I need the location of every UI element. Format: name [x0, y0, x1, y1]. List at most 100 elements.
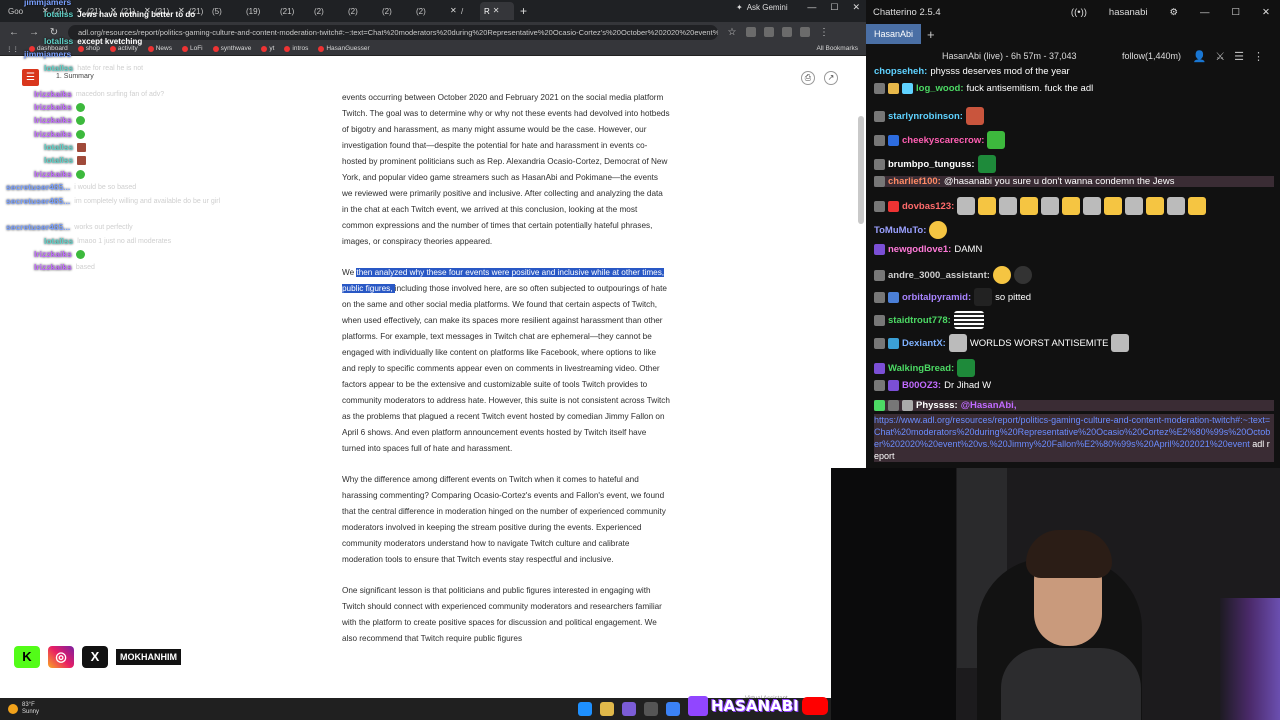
- x-logo-icon: X: [82, 646, 108, 668]
- stream-status-icon[interactable]: ((•)): [1071, 7, 1087, 18]
- badge-icon: [874, 314, 885, 326]
- badge-icon: [874, 362, 885, 374]
- bookmark-item[interactable]: HasanGuesser: [318, 45, 370, 52]
- badge-icon: [874, 244, 885, 255]
- overlay-chat-line: lrizzkaiks: [34, 129, 85, 139]
- extension-icon[interactable]: [764, 27, 774, 37]
- x-icon: ✕: [450, 6, 457, 15]
- article-body: events occurring between October 2020 an…: [342, 90, 670, 662]
- bookmark-star-icon[interactable]: ☆: [726, 27, 738, 38]
- url-input[interactable]: adl.org/resources/report/politics-gaming…: [68, 24, 718, 40]
- hamburger-menu-button[interactable]: ☰: [22, 69, 39, 86]
- kebab-menu-icon[interactable]: ⋮: [818, 27, 830, 38]
- web-page: ☰ ⎙ ↗ events occurring between October 2…: [0, 56, 866, 702]
- settings-gear-icon[interactable]: ⚙: [1169, 7, 1178, 18]
- report-link[interactable]: https://www.adl.org/resources/report/pol…: [874, 414, 1274, 462]
- extension-icon[interactable]: [746, 27, 756, 37]
- emote-icon: [1146, 197, 1165, 215]
- chat-message: B00OZ3: Dr Jihad W: [874, 380, 1274, 391]
- minimize-icon[interactable]: —: [807, 2, 816, 13]
- gemini-icon: ✦: [736, 3, 743, 12]
- overlay-chat-line: lotallss Jews have nothing better to do: [44, 9, 196, 19]
- neon-light: [1220, 598, 1280, 720]
- browser-tab-active[interactable]: R ✕: [480, 2, 514, 20]
- emote-icon: [929, 221, 948, 239]
- overlay-chat-line: lrizzkaiks based: [34, 262, 95, 272]
- window-controls: — ☐ ✕: [807, 2, 860, 13]
- gemini-button[interactable]: ✦ Ask Gemini: [736, 3, 788, 12]
- overlay-chat-line: lrizzkaiks: [34, 115, 85, 125]
- emote-icon: [1111, 334, 1130, 352]
- tab-hasanabi[interactable]: HasanAbi: [866, 24, 922, 44]
- windows-start-icon[interactable]: [578, 702, 592, 716]
- chatterino-tabs: HasanAbi +: [866, 24, 1280, 44]
- chat-message: https://www.adl.org/resources/report/pol…: [874, 414, 1274, 462]
- overlay-chat-line: lotallss: [44, 142, 87, 152]
- badge-icon: [874, 337, 885, 349]
- bookmark-item[interactable]: News: [147, 45, 172, 52]
- user-icon[interactable]: 👤: [1193, 50, 1207, 63]
- emote-icon: [1062, 197, 1081, 215]
- account-name[interactable]: hasanabi: [1109, 7, 1148, 18]
- browser-tab[interactable]: (19): [242, 2, 276, 20]
- browser-tab[interactable]: (2): [344, 2, 378, 20]
- maximize-icon[interactable]: ☐: [830, 2, 838, 13]
- article-paragraph: Why the difference among different event…: [342, 475, 666, 564]
- bookmark-item[interactable]: yt: [261, 45, 274, 52]
- print-icon[interactable]: ⎙: [801, 71, 815, 85]
- close-tab-icon[interactable]: ✕: [493, 7, 501, 15]
- bookmark-item[interactable]: activity: [109, 45, 138, 52]
- chrome-icon[interactable]: [666, 702, 680, 716]
- webcam-feed: [831, 468, 1280, 720]
- bookmark-item[interactable]: LoFi: [181, 45, 203, 52]
- chatterino-titlebar: Chatterino 2.5.4 ((•)) hasanabi ⚙ — ☐ ✕: [873, 6, 1270, 18]
- badge-icon: [888, 337, 899, 349]
- browser-tab[interactable]: (21): [276, 2, 310, 20]
- emote-icon: [974, 288, 993, 306]
- twitch-icon: [688, 696, 708, 716]
- back-icon[interactable]: ←: [8, 27, 20, 38]
- all-bookmarks[interactable]: All Bookmarks: [816, 45, 858, 52]
- extension-icon[interactable]: [782, 27, 792, 37]
- badge-icon: [874, 110, 885, 122]
- minimize-icon[interactable]: —: [1200, 7, 1210, 18]
- app-icon[interactable]: [622, 702, 636, 716]
- bookmark-item[interactable]: synthwave: [212, 45, 251, 52]
- browser-tab[interactable]: ✕ /: [446, 2, 480, 20]
- article-paragraph: We then analyzed why these four events w…: [342, 268, 670, 453]
- menu-icon[interactable]: ⋮: [1253, 50, 1264, 63]
- overlay-chat-line: secretuser465... works out perfectly: [6, 222, 133, 232]
- close-icon[interactable]: ✕: [852, 2, 860, 13]
- badge-icon: [874, 83, 885, 94]
- file-explorer-icon[interactable]: [600, 702, 614, 716]
- overlay-chat-line: jimmjamers: [24, 0, 72, 7]
- moderation-icon[interactable]: ⚔: [1215, 50, 1225, 63]
- chat-message: cheekyscarecrow:: [874, 131, 1274, 149]
- badge-icon: [874, 291, 885, 303]
- bookmark-item[interactable]: intros: [284, 45, 308, 52]
- share-icon[interactable]: ↗: [824, 71, 838, 85]
- browser-tab[interactable]: (2): [412, 2, 446, 20]
- browser-tab[interactable]: (2): [310, 2, 344, 20]
- add-tab-button[interactable]: +: [927, 27, 935, 42]
- app-icon[interactable]: [644, 702, 658, 716]
- emote-icon: [992, 266, 1011, 284]
- page-scrollbar[interactable]: [858, 116, 864, 224]
- profile-icon[interactable]: [800, 27, 810, 37]
- chat-settings-icon[interactable]: ☰: [1234, 50, 1244, 63]
- new-tab-button[interactable]: +: [514, 4, 533, 18]
- chat-message: andre_3000_assistant:: [874, 266, 1274, 284]
- badge-icon: [874, 380, 885, 391]
- browser-tab[interactable]: (5): [208, 2, 242, 20]
- emote-icon: [77, 142, 87, 152]
- forward-icon[interactable]: →: [28, 27, 40, 38]
- weather-widget[interactable]: 83°F Sunny: [8, 702, 39, 716]
- bookmark-item[interactable]: shop: [77, 45, 100, 52]
- badge-icon: [902, 83, 913, 94]
- apps-icon[interactable]: ⋮⋮: [6, 45, 19, 53]
- chatterino-window: Chatterino 2.5.4 ((•)) hasanabi ⚙ — ☐ ✕ …: [866, 0, 1280, 468]
- browser-tab[interactable]: (2): [378, 2, 412, 20]
- maximize-icon[interactable]: ☐: [1232, 7, 1241, 18]
- emote-icon: [1188, 197, 1207, 215]
- close-icon[interactable]: ✕: [1262, 7, 1270, 18]
